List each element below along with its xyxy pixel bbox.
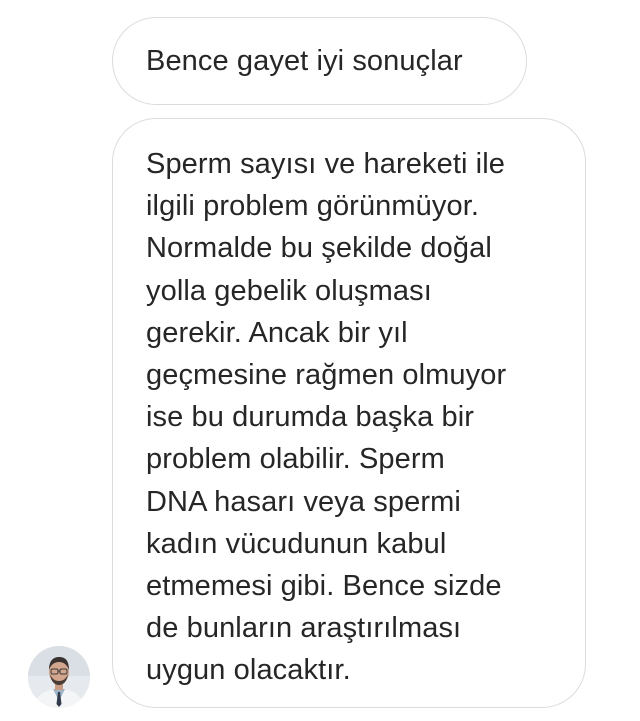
message-line: ilgili problem görünmüyor. [146, 190, 480, 223]
message-line: Normalde bu şekilde doğal [146, 232, 492, 265]
message-line: kadın vücudunun kabul [146, 527, 447, 560]
message-line: DNA hasarı veya spermi [146, 485, 461, 518]
message-line: yolla gebelik oluşması [146, 274, 432, 307]
message-bubble[interactable]: Bence gayet iyi sonuçlar [112, 17, 527, 105]
avatar-photo-icon [28, 646, 90, 708]
message-bubble[interactable]: Sperm sayısı ve hareketi ile ilgili prob… [112, 118, 586, 708]
message-line: etmemesi gibi. Bence sizde [146, 569, 502, 602]
sender-avatar[interactable] [28, 646, 90, 708]
message-line: geçmesine rağmen olmuyor [146, 358, 507, 391]
message-line: uygun olacaktır. [146, 654, 351, 687]
message-line: Sperm sayısı ve hareketi ile [146, 148, 505, 180]
message-line: gerekir. Ancak bir yıl [146, 316, 408, 349]
message-line: de bunların araştırılması [146, 612, 462, 645]
message-line: ise bu durumda başka bir [146, 401, 475, 434]
message-text: Bence gayet iyi sonuçlar [146, 45, 463, 77]
message-line: problem olabilir. Sperm [146, 443, 445, 476]
